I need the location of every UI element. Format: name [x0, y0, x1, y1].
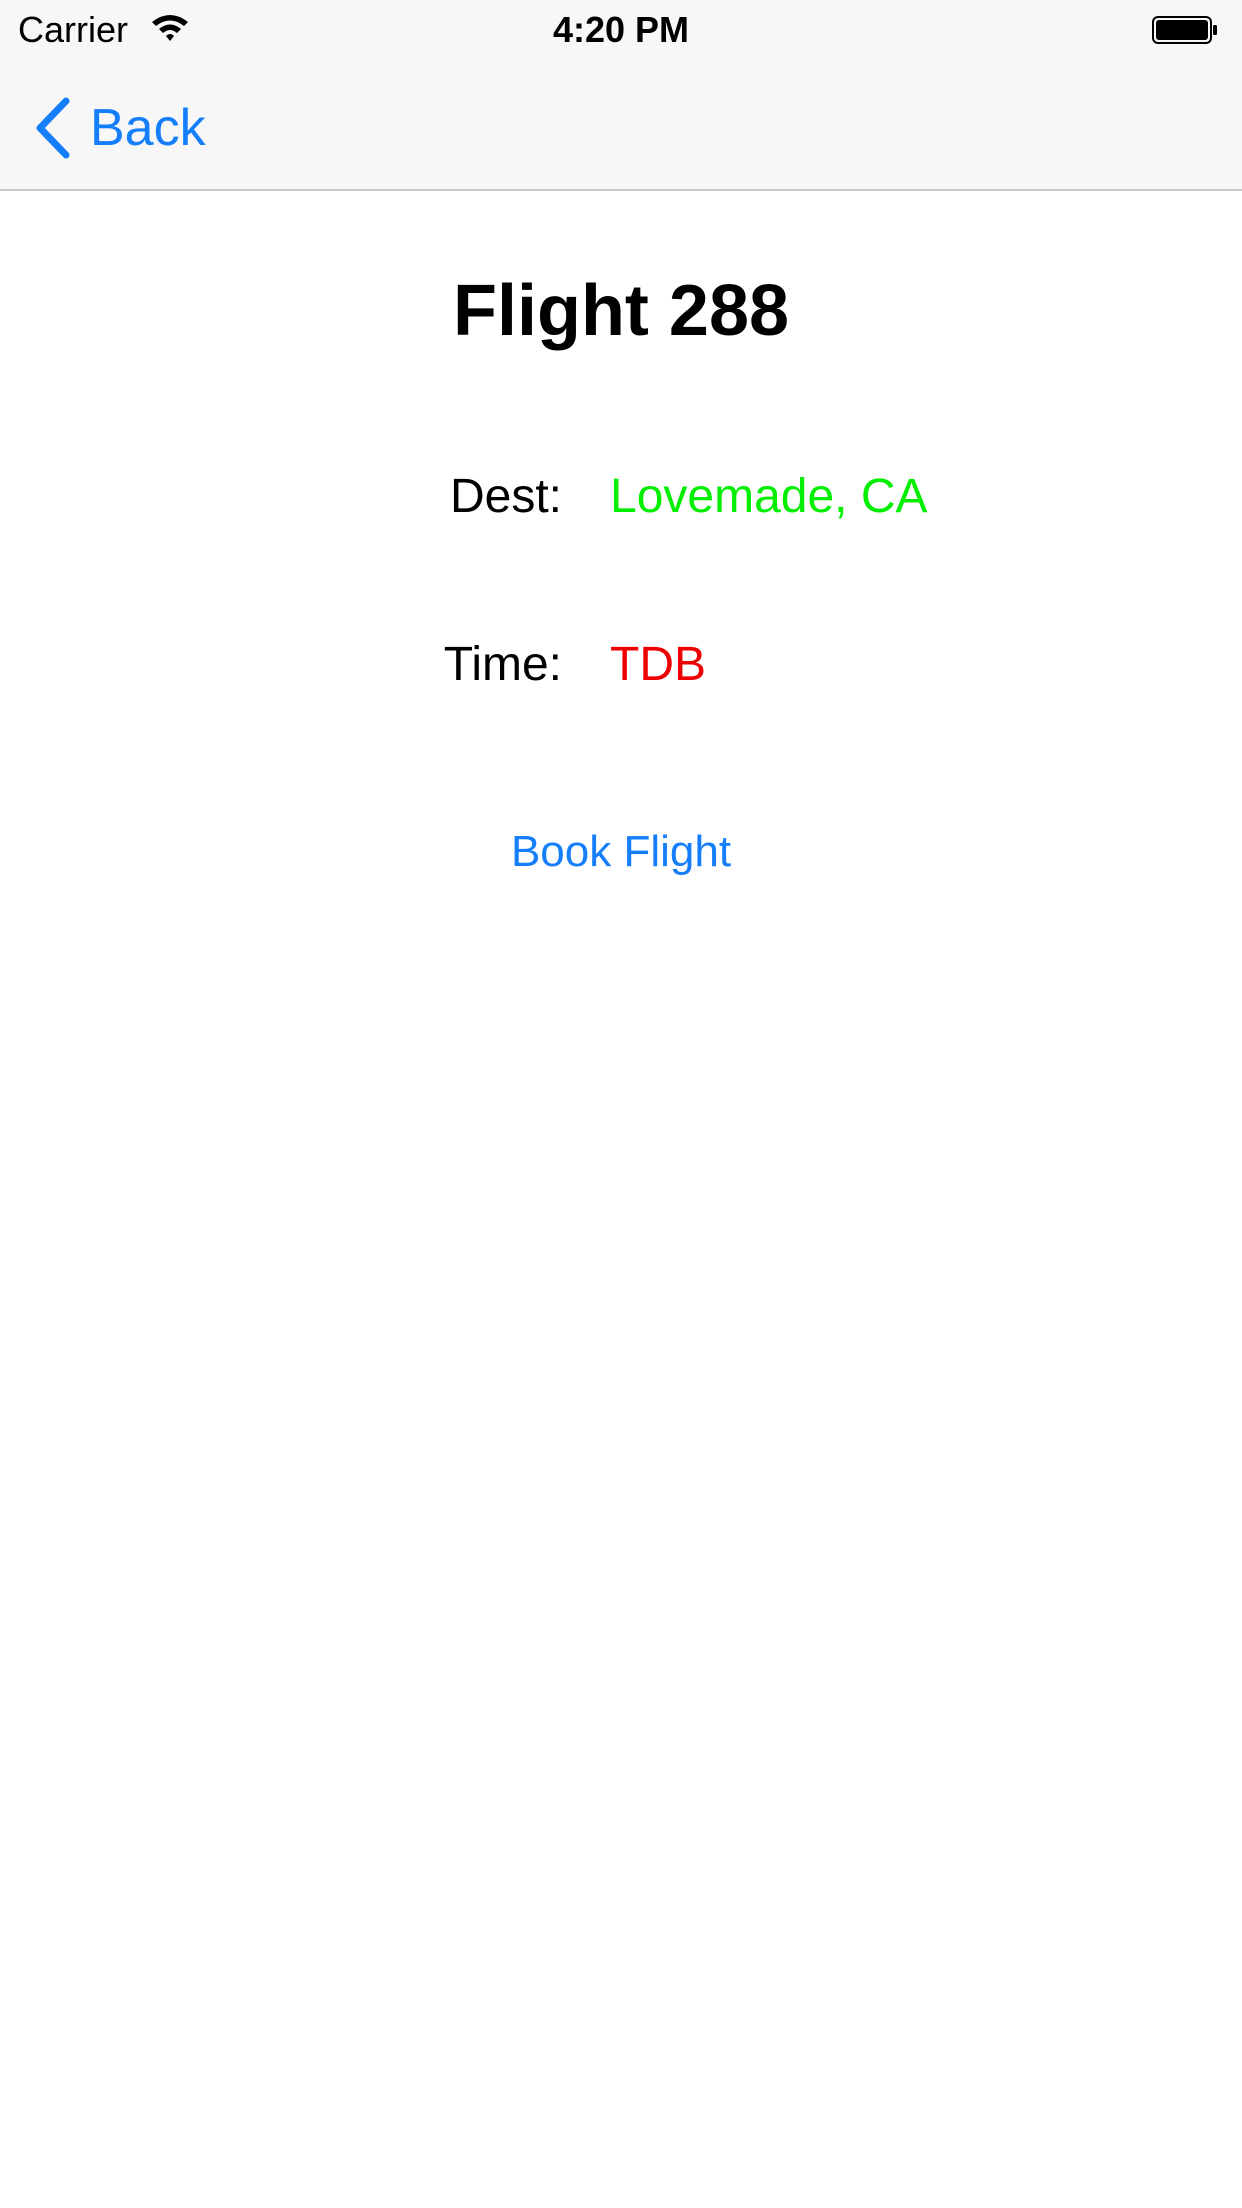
flight-detail-screen: Carrier 4:20 PM Back Flight 288 Dest: Lo… — [0, 0, 1242, 2208]
dest-value: Lovemade, CA — [610, 470, 928, 523]
page-title: Flight 288 — [452, 271, 790, 351]
book-flight-button[interactable]: Book Flight — [0, 820, 1242, 884]
back-button[interactable]: Back — [30, 90, 206, 166]
navigation-bar: Carrier 4:20 PM Back — [0, 0, 1242, 191]
back-label: Back — [90, 99, 206, 157]
chevron-left-icon — [36, 97, 70, 159]
time-value: TDB — [610, 638, 706, 691]
time-label: Time: — [443, 638, 562, 691]
dest-label: Dest: — [449, 470, 562, 523]
battery-icon — [1152, 16, 1217, 44]
status-time: 4:20 PM — [552, 9, 690, 50]
